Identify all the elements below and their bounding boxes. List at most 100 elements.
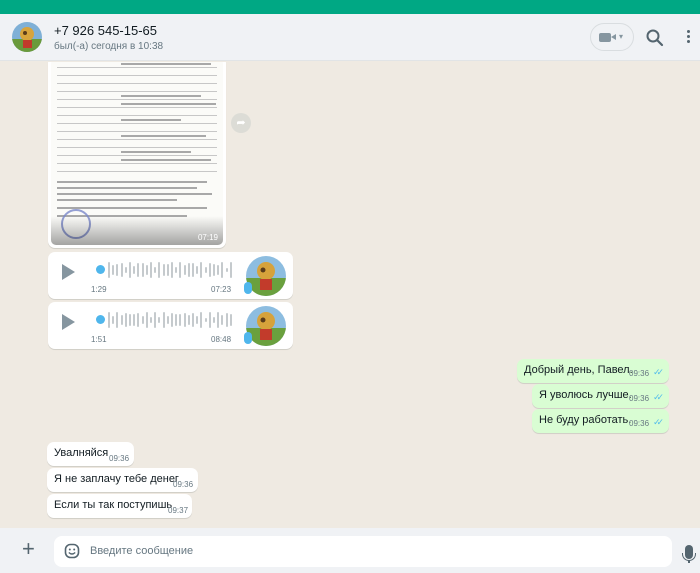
message-text: Если ты так поступишь (54, 499, 173, 511)
waveform-bar (162, 312, 165, 328)
voice-duration: 1:29 (91, 285, 107, 294)
message-time: 08:48 (211, 335, 232, 344)
message-input[interactable]: Введите сообщение (54, 536, 672, 567)
message-time: 09:36 (629, 394, 650, 403)
waveform-bar (108, 262, 110, 278)
waveform-bar (229, 313, 232, 326)
voice-duration: 1:51 (91, 335, 107, 344)
voice-message[interactable]: 1:29 07:23 (48, 252, 293, 299)
waveform-bar (154, 312, 157, 328)
waveform[interactable] (96, 310, 236, 330)
outgoing-message[interactable]: Не буду работать. 09:36 ✓✓ (532, 409, 669, 433)
sender-avatar (246, 256, 286, 296)
sender-avatar (246, 306, 286, 346)
waveform-bar (124, 313, 127, 327)
message-time: 07:19 (197, 233, 218, 242)
waveform-bar (137, 263, 140, 277)
waveform-bar (192, 312, 194, 328)
waveform-bar (217, 312, 220, 328)
contact-name[interactable]: +7 926 545-15-65 (54, 23, 157, 38)
playhead[interactable] (96, 315, 105, 324)
waveform-bar (200, 262, 203, 278)
play-icon[interactable] (62, 314, 75, 330)
chevron-down-icon: ▾ (619, 32, 624, 41)
message-composer: + Введите сообщение (0, 528, 700, 573)
waveform-bar (179, 313, 182, 327)
waveform-bar (208, 312, 211, 328)
voice-message[interactable]: 1:51 08:48 (48, 302, 293, 349)
search-icon (646, 29, 664, 47)
waveform-bar (129, 262, 131, 278)
top-accent-bar (0, 0, 700, 14)
waveform-bar (137, 312, 140, 328)
contact-last-seen: был(-а) сегодня в 10:38 (54, 41, 164, 52)
microphone-icon[interactable] (682, 545, 696, 563)
incoming-message[interactable]: Я не заплачу тебе денег 09:36 (47, 468, 198, 492)
waveform-bar (171, 312, 173, 328)
kebab-menu-icon[interactable] (682, 28, 694, 48)
waveform-bar (179, 262, 182, 278)
message-time: 09:37 (168, 506, 189, 515)
forward-icon[interactable]: ➦ (231, 113, 251, 133)
contact-avatar[interactable] (12, 22, 42, 52)
outgoing-message[interactable]: Добрый день, Павел. 09:36 ✓✓ (517, 359, 669, 383)
image-message[interactable]: 07:19 (48, 62, 226, 248)
waveform-bar (150, 317, 152, 323)
waveform-bar (112, 316, 115, 324)
incoming-message[interactable]: Если ты так поступишь 09:37 (47, 494, 192, 518)
message-time: 09:36 (629, 419, 650, 428)
video-call-button[interactable]: ▾ (590, 23, 634, 51)
read-receipt-icon: ✓✓ (653, 392, 664, 402)
chat-header: +7 926 545-15-65 был(-а) сегодня в 10:38… (0, 14, 700, 61)
waveform-bar (141, 315, 144, 325)
waveform-bar (187, 263, 190, 277)
waveform-bar (108, 312, 110, 328)
waveform-bar (158, 262, 161, 278)
waveform-bar (192, 263, 194, 277)
plus-icon[interactable]: + (22, 538, 35, 560)
video-camera-icon (599, 33, 616, 42)
waveform-bar (150, 262, 152, 278)
playhead[interactable] (96, 265, 105, 274)
waveform-bar (204, 266, 207, 274)
play-icon[interactable] (62, 264, 75, 280)
message-time: 09:36 (629, 369, 650, 378)
waveform-bar (133, 266, 136, 274)
waveform-bar (183, 313, 186, 327)
waveform-bar (204, 317, 207, 323)
emoji-icon[interactable] (64, 543, 80, 559)
waveform-bar (124, 266, 127, 274)
waveform-bar (187, 314, 190, 326)
waveform-bar (158, 317, 161, 323)
waveform-bar (217, 264, 220, 276)
incoming-message[interactable]: Увалняйся 09:36 (47, 442, 134, 466)
waveform-bar (175, 314, 178, 326)
waveform-bar (129, 313, 131, 327)
microphone-icon (244, 282, 252, 294)
message-text: Не буду работать. (539, 414, 632, 426)
read-receipt-icon: ✓✓ (653, 417, 664, 427)
waveform-bar (145, 312, 148, 328)
search-button[interactable] (645, 28, 665, 48)
waveform-bar (183, 265, 186, 275)
message-time: 09:36 (173, 480, 194, 489)
message-time: 09:36 (109, 454, 130, 463)
waveform-bar (200, 312, 203, 328)
waveform-bar (225, 267, 228, 272)
message-list[interactable]: 07:19 ➦ 1:29 07:23 1:51 08:48 Добрый ден… (0, 62, 700, 528)
waveform-bar (166, 264, 169, 276)
waveform-bar (120, 262, 123, 278)
waveform-bar (229, 262, 232, 278)
waveform-bar (116, 263, 119, 277)
waveform-bar (225, 313, 228, 327)
waveform-bar (112, 264, 115, 276)
message-text: Я уволюсь лучше. (539, 389, 632, 401)
waveform[interactable] (96, 260, 236, 280)
waveform-bar (221, 315, 224, 325)
waveform-bar (221, 262, 224, 278)
waveform-bar (175, 267, 178, 273)
waveform-bar (116, 312, 119, 328)
outgoing-message[interactable]: Я уволюсь лучше. 09:36 ✓✓ (532, 384, 669, 408)
waveform-bar (196, 266, 199, 274)
message-input-placeholder: Введите сообщение (90, 545, 194, 557)
